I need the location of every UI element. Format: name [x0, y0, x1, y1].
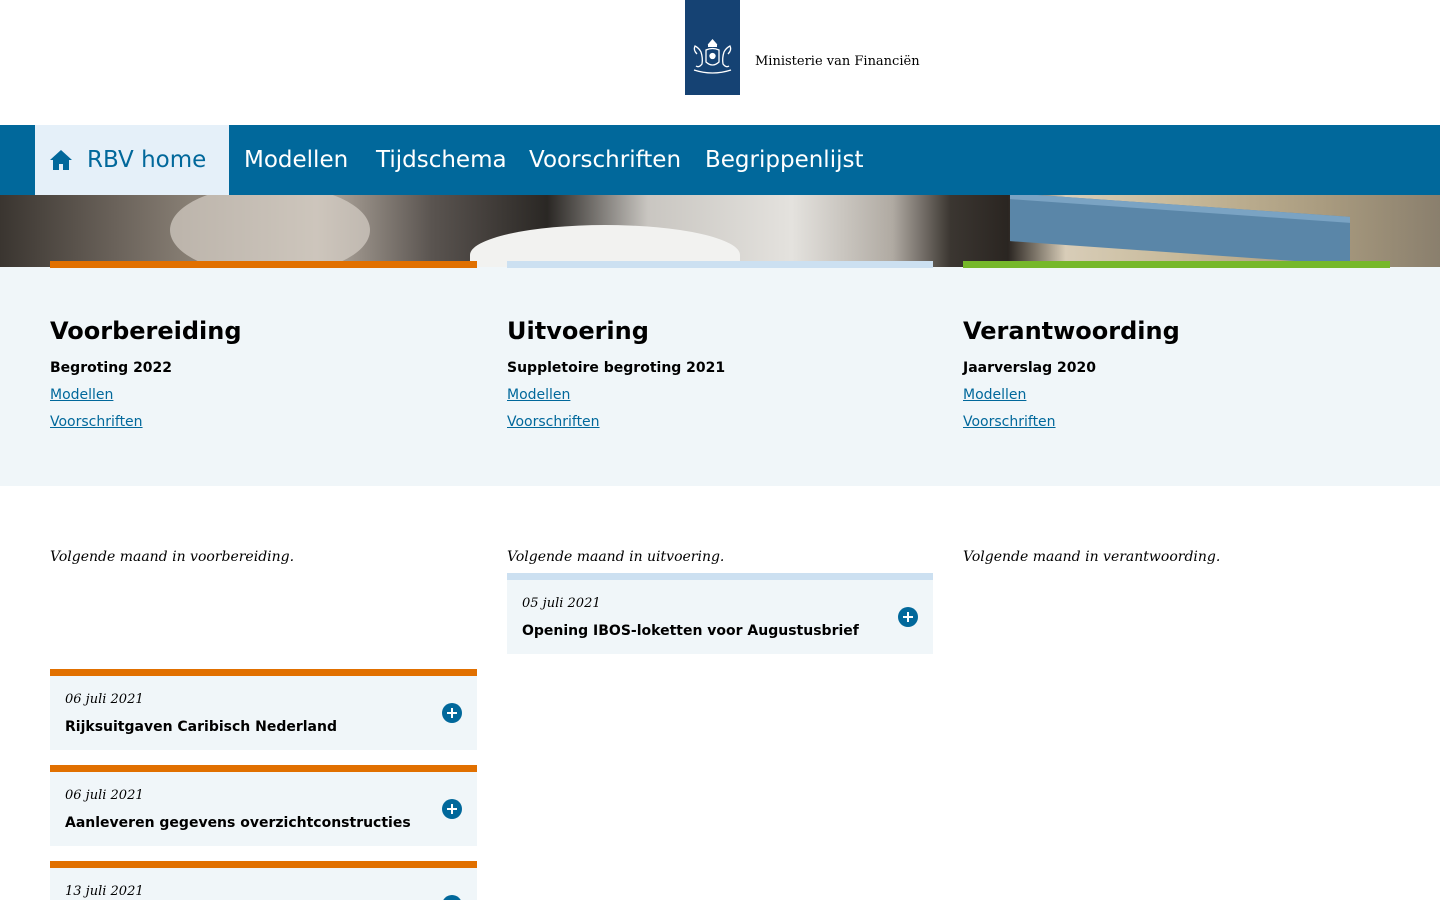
- phase-accent-uitvoering: [507, 261, 933, 268]
- phase-verantwoording: Verantwoording Jaarverslag 2020 Modellen…: [963, 312, 1390, 432]
- event-title: Aanleveren gegevens overzichtconstructie…: [65, 815, 411, 831]
- ministry-name: Ministerie van Financiën: [755, 54, 920, 69]
- phase-accent-voorbereiding: [50, 261, 477, 268]
- event-title: Opening IBOS-loketten voor Augustusbrief: [522, 623, 859, 639]
- phase-title: Verantwoording: [963, 317, 1180, 345]
- nav-item-voorschriften[interactable]: Voorschriften: [529, 125, 681, 195]
- phase-subtitle: Suppletoire begroting 2021: [507, 360, 726, 376]
- event-card[interactable]: 05 juli 2021 Opening IBOS-loketten voor …: [507, 573, 933, 654]
- hero-image-detail: [1010, 195, 1350, 265]
- event-date: 06 juli 2021: [65, 788, 144, 803]
- rijksoverheid-logo[interactable]: [685, 0, 740, 95]
- event-date: 13 juli 2021: [65, 884, 144, 899]
- nav-item-tijdschema[interactable]: Tijdschema: [376, 125, 507, 195]
- phase-title: Voorbereiding: [50, 317, 242, 345]
- phase-link-modellen[interactable]: Modellen: [963, 385, 1390, 405]
- event-card[interactable]: 13 juli 2021: [50, 861, 477, 900]
- expand-plus-icon[interactable]: [442, 799, 462, 819]
- phase-link-voorschriften[interactable]: Voorschriften: [50, 412, 477, 432]
- phase-link-voorschriften[interactable]: Voorschriften: [507, 412, 934, 432]
- phase-subtitle: Begroting 2022: [50, 360, 173, 376]
- hero-image: [0, 195, 1440, 267]
- intro-verantwoording: Volgende maand in verantwoording.: [963, 549, 1221, 565]
- phase-title: Uitvoering: [507, 317, 649, 345]
- coat-of-arms-icon: [693, 39, 732, 74]
- event-date: 06 juli 2021: [65, 692, 144, 707]
- event-card[interactable]: 06 juli 2021 Aanleveren gegevens overzic…: [50, 765, 477, 846]
- site-header: Ministerie van Financiën: [0, 0, 1440, 125]
- phase-link-voorschriften[interactable]: Voorschriften: [963, 412, 1390, 432]
- phase-subtitle: Jaarverslag 2020: [963, 360, 1096, 376]
- phase-uitvoering: Uitvoering Suppletoire begroting 2021 Mo…: [507, 312, 934, 432]
- home-icon: [50, 150, 72, 170]
- intro-voorbereiding: Volgende maand in voorbereiding.: [50, 549, 295, 565]
- nav-item-begrippenlijst[interactable]: Begrippenlijst: [705, 125, 863, 195]
- event-title: Rijksuitgaven Caribisch Nederland: [65, 719, 337, 735]
- nav-item-modellen[interactable]: Modellen: [244, 125, 348, 195]
- nav-item-home[interactable]: RBV home: [35, 125, 229, 195]
- main-navigation: RBV home Modellen Tijdschema Voorschrift…: [0, 125, 1440, 195]
- phase-link-modellen[interactable]: Modellen: [507, 385, 934, 405]
- phase-voorbereiding: Voorbereiding Begroting 2022 Modellen Vo…: [50, 312, 477, 432]
- expand-plus-icon[interactable]: [442, 703, 462, 723]
- event-date: 05 juli 2021: [522, 596, 601, 611]
- phase-accent-verantwoording: [963, 261, 1390, 268]
- hero-image-detail: [170, 195, 370, 267]
- intro-uitvoering: Volgende maand in uitvoering.: [507, 549, 725, 565]
- nav-home-label: RBV home: [87, 147, 207, 173]
- event-card[interactable]: 06 juli 2021 Rijksuitgaven Caribisch Ned…: [50, 669, 477, 750]
- expand-plus-icon[interactable]: [898, 607, 918, 627]
- phase-link-modellen[interactable]: Modellen: [50, 385, 477, 405]
- expand-plus-icon[interactable]: [442, 895, 462, 900]
